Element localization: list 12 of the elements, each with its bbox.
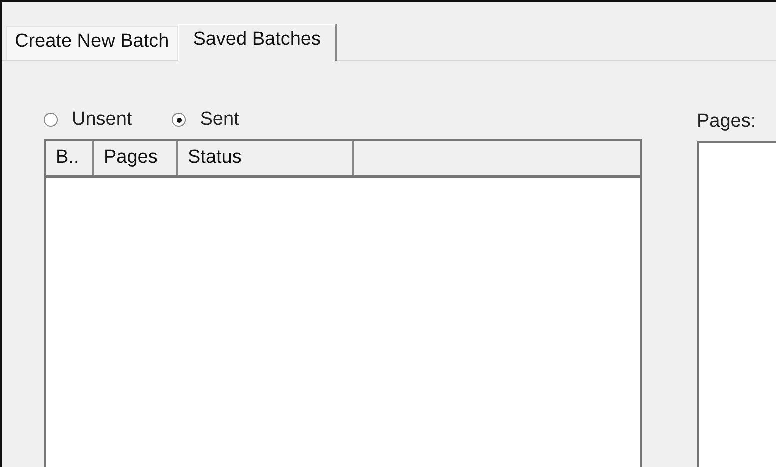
radio-label[interactable]: Unsent [72, 109, 132, 131]
radio-button[interactable] [44, 113, 58, 127]
column-header[interactable]: Status [178, 141, 354, 175]
radio-label[interactable]: Sent [200, 109, 240, 131]
column-header[interactable]: Pages [94, 141, 178, 175]
pages-list[interactable] [697, 141, 776, 467]
radio-button[interactable] [172, 113, 186, 127]
pages-label: Pages: [697, 110, 758, 134]
tab[interactable]: Saved Batches [178, 24, 337, 61]
batch-list[interactable]: B.. Pages Status [44, 139, 642, 467]
tab[interactable]: Create New Batch [6, 26, 178, 60]
column-header[interactable]: B.. [46, 141, 94, 175]
